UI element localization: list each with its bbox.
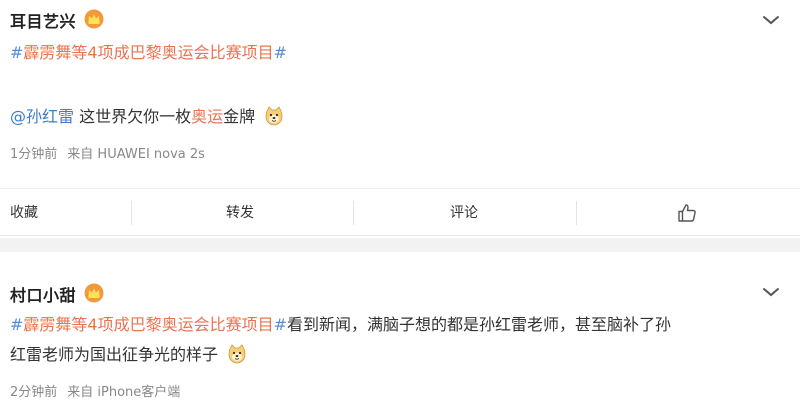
hashtag-mark: # bbox=[10, 43, 24, 62]
post-time: 2分钟前 bbox=[10, 385, 58, 400]
post-text: 红雷老师为国出征争光的样子 bbox=[10, 345, 219, 364]
post-text-line: #霹雳舞等4项成巴黎奥运会比赛项目# bbox=[10, 42, 287, 64]
keyword-highlight[interactable]: 奥运 bbox=[191, 107, 223, 126]
post-meta: 2分钟前 来自 iPhone客户端 bbox=[10, 381, 180, 400]
post-text-line: 红雷老师为国出征争光的样子 bbox=[10, 344, 247, 366]
topic-link[interactable]: 霹雳舞等4项成巴黎奥运会比赛项目 bbox=[23, 43, 273, 62]
chevron-down-icon[interactable] bbox=[762, 286, 780, 298]
divider bbox=[353, 201, 354, 225]
chevron-down-icon[interactable] bbox=[762, 14, 780, 26]
username[interactable]: 村口小甜 bbox=[10, 282, 76, 306]
weibo-post: 村口小甜 #霹雳舞等4项成巴黎奥运会比赛项目#看到新闻，满脑子想的都是孙红雷老师… bbox=[0, 252, 800, 412]
divider bbox=[131, 201, 132, 225]
post-source: 来自 HUAWEI nova 2s bbox=[67, 147, 205, 162]
post-source: 来自 iPhone客户端 bbox=[67, 385, 181, 400]
post-meta: 1分钟前 来自 HUAWEI nova 2s bbox=[10, 143, 205, 162]
hashtag-mark: # bbox=[10, 315, 24, 334]
repost-button[interactable]: 转发 bbox=[226, 189, 254, 237]
weibo-post: 耳目艺兴 #霹雳舞等4项成巴黎奥运会比赛项目# @孙红雷 这世界欠你一枚奥运金牌… bbox=[0, 0, 800, 238]
post-text: 看到新闻，满脑子想的都是孙红雷老师，甚至脑补了孙 bbox=[287, 315, 672, 334]
mention-link[interactable]: @孙红雷 bbox=[10, 107, 74, 126]
hashtag-mark: # bbox=[273, 43, 287, 62]
comment-button[interactable]: 评论 bbox=[450, 189, 478, 237]
username[interactable]: 耳目艺兴 bbox=[10, 8, 76, 32]
crown-icon bbox=[84, 283, 104, 303]
post-text-line: #霹雳舞等4项成巴黎奥运会比赛项目#看到新闻，满脑子想的都是孙红雷老师，甚至脑补… bbox=[10, 314, 671, 336]
doge-emoji-icon bbox=[265, 106, 283, 126]
doge-emoji-icon bbox=[228, 344, 246, 364]
post-text: 金牌 bbox=[223, 107, 256, 126]
hashtag-mark: # bbox=[273, 315, 287, 334]
post-text: 这世界欠你一枚 bbox=[74, 107, 192, 126]
divider bbox=[576, 201, 577, 225]
thumbs-up-icon[interactable] bbox=[677, 203, 697, 223]
action-bar: 收藏 转发 评论 bbox=[0, 188, 800, 236]
post-separator bbox=[0, 238, 800, 252]
post-time: 1分钟前 bbox=[10, 147, 58, 162]
post-text-line: @孙红雷 这世界欠你一枚奥运金牌 bbox=[10, 106, 284, 128]
topic-link[interactable]: 霹雳舞等4项成巴黎奥运会比赛项目 bbox=[23, 315, 273, 334]
favorite-button[interactable]: 收藏 bbox=[10, 189, 38, 237]
crown-icon bbox=[84, 9, 104, 29]
